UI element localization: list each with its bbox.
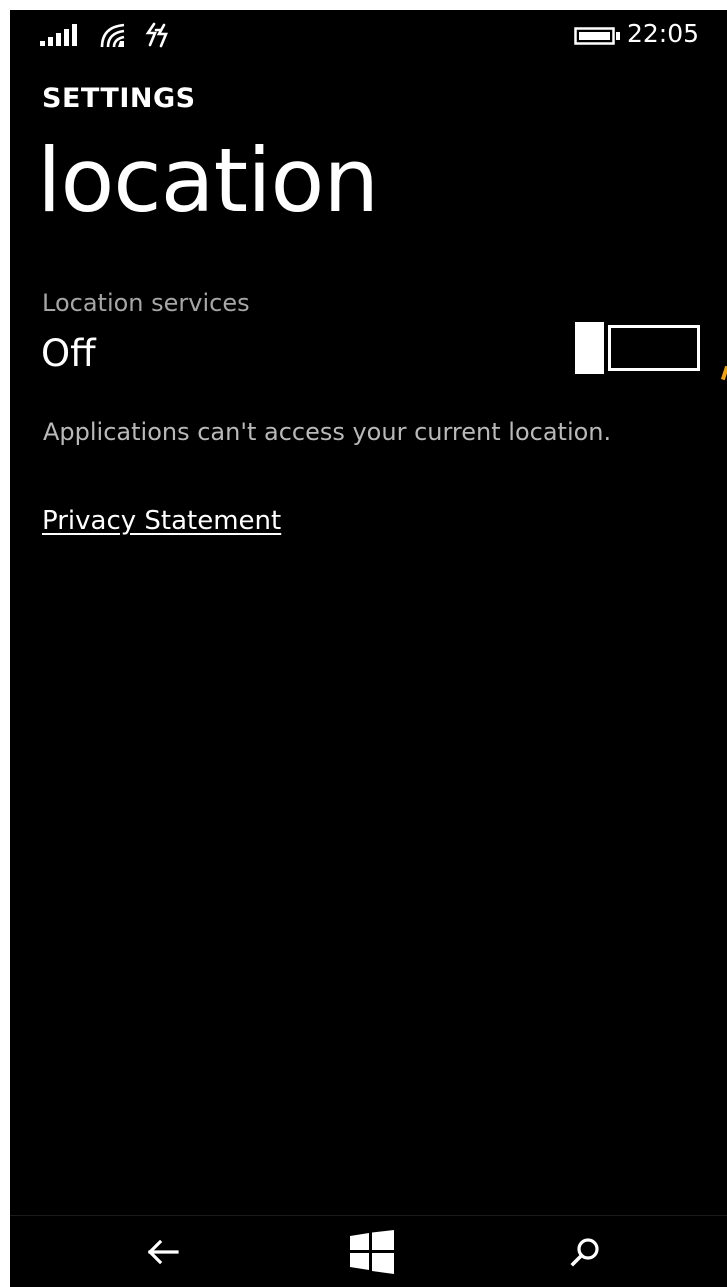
navigation-bar (10, 1215, 727, 1287)
signal-strength-icon (40, 24, 77, 46)
mobile-data-icon (145, 22, 168, 48)
windows-start-icon (350, 1230, 394, 1274)
toggle-track (608, 325, 700, 371)
back-button[interactable] (103, 1216, 223, 1287)
edge-accent-mark (720, 365, 727, 381)
phone-screen: 22:05 SETTINGS location Location service… (10, 10, 727, 1287)
back-arrow-icon (147, 1240, 179, 1264)
wifi-icon (100, 23, 125, 48)
start-button[interactable] (312, 1216, 432, 1287)
location-services-description: Applications can't access your current l… (43, 418, 612, 446)
search-icon (570, 1238, 599, 1267)
toggle-thumb (575, 322, 604, 374)
privacy-statement-link[interactable]: Privacy Statement (42, 503, 281, 539)
location-services-label: Location services (42, 289, 250, 317)
page-title: location (37, 129, 379, 232)
search-button[interactable] (525, 1216, 645, 1287)
location-services-toggle[interactable] (575, 322, 700, 374)
location-services-state: Off (41, 332, 96, 375)
settings-heading: SETTINGS (42, 83, 196, 114)
status-clock: 22:05 (626, 19, 699, 48)
battery-icon (574, 27, 620, 45)
status-bar: 22:05 (10, 10, 727, 60)
